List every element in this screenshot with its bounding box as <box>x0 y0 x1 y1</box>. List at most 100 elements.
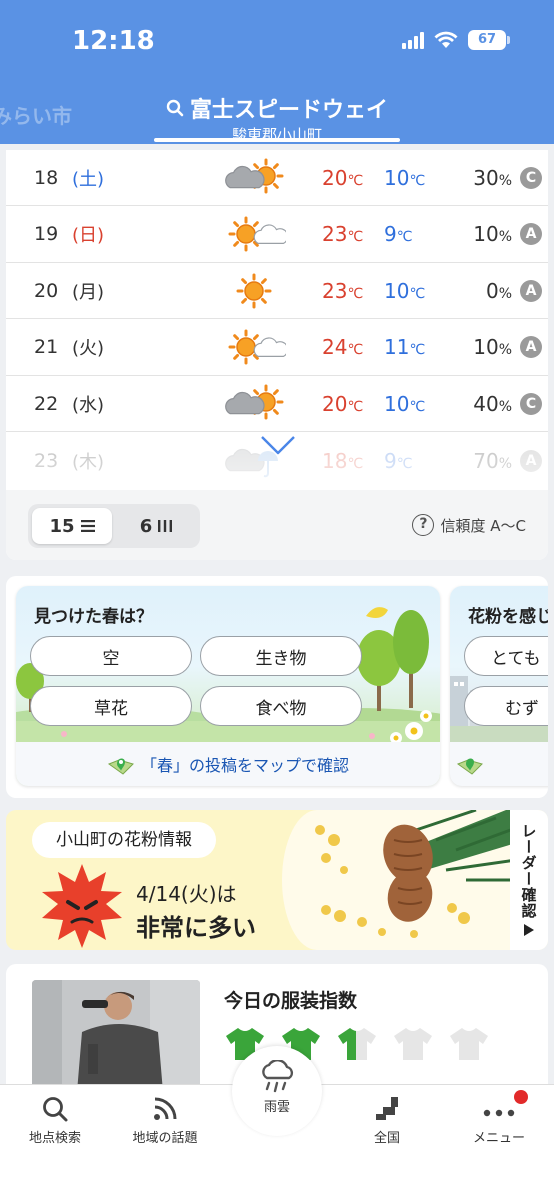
weather-sunny-cloudy-icon <box>228 216 286 252</box>
below-nav-area <box>0 1152 554 1200</box>
nav-nationwide[interactable]: 全国 <box>332 1095 442 1146</box>
expand-chevron-icon[interactable] <box>260 434 296 456</box>
reliability-badge: A <box>520 223 542 245</box>
radar-button[interactable]: レーダー確認 <box>510 810 548 950</box>
forecast-weekday: (土) <box>72 168 105 190</box>
toggle-6-label: 6 <box>139 515 153 537</box>
reliability-badge: C <box>520 166 542 189</box>
forecast-low-temp: 10℃ <box>384 278 426 303</box>
forecast-date: 20 <box>34 279 59 302</box>
reliability-help[interactable]: ? 信頼度 A〜C <box>412 514 526 536</box>
app-header: 12:18 67 みらい市 富士スピードウェイ 駿東郡小山町 <box>0 0 554 144</box>
forecast-precip: 70% <box>473 448 512 473</box>
more-dots-icon <box>483 1109 515 1117</box>
forecast-low-temp: 9℃ <box>384 222 413 246</box>
location-name: 富士スピードウェイ <box>189 98 388 123</box>
forecast-precip: 10% <box>473 335 512 359</box>
days-toggle: 15 6 <box>28 504 200 548</box>
forecast-weekday: (月) <box>72 281 105 303</box>
pollen-option-very[interactable]: とても <box>464 636 548 676</box>
forecast-date: 22 <box>34 392 59 415</box>
pollen-info-banner[interactable]: 小山町の花粉情報 4/14(火)は 非常に多い レーダー確認 <box>6 810 548 950</box>
forecast-precip: 30% <box>473 165 512 190</box>
forecast-low-temp: 9℃ <box>384 448 413 473</box>
spring-option-creatures[interactable]: 生き物 <box>200 636 362 676</box>
forecast-high-temp: 23℃ <box>322 278 364 303</box>
play-arrow-icon <box>524 924 534 936</box>
reliability-badge: C <box>520 392 542 415</box>
pollen-card-title: 花粉を感じ <box>468 607 548 627</box>
shirt-icon <box>338 1028 376 1060</box>
forecast-precip: 10% <box>473 222 512 246</box>
forecast-high-temp: 18℃ <box>322 448 364 473</box>
forecast-date: 21 <box>34 336 59 358</box>
toggle-15-label: 15 <box>49 515 75 537</box>
clothing-title: 今日の服装指数 <box>224 990 358 1012</box>
forecast-high-temp: 20℃ <box>322 391 364 416</box>
active-location-indicator <box>154 138 400 142</box>
reliability-badge: A <box>520 279 542 302</box>
japan-map-icon <box>376 1097 398 1120</box>
nav-topics[interactable]: 地域の話題 <box>110 1095 220 1146</box>
weekly-forecast: 18 (土) 20℃ 10℃ 30% C 19 (日) 23℃ 9℃ 10% A 20 (月) 23℃ 10℃… <box>6 150 548 560</box>
spring-survey-section: 見つけた春は？ 空 生き物 草花 食べ物 「春」の投稿をマップで確認 花粉を感じ… <box>6 576 548 798</box>
nav-topics-label: 地域の話題 <box>132 1131 198 1146</box>
map-pin-icon <box>456 758 483 775</box>
nav-nationwide-label: 全国 <box>373 1131 400 1146</box>
pollen-map-link[interactable] <box>450 742 548 786</box>
rss-icon <box>154 1097 177 1120</box>
pollen-level-icon <box>42 864 122 948</box>
weather-sunny-cloudy-icon <box>228 329 286 365</box>
forecast-precip: 40% <box>473 391 512 416</box>
spring-option-sky[interactable]: 空 <box>30 636 192 676</box>
shirt-icon <box>394 1028 432 1060</box>
pollen-date: 4/14(火)は <box>136 882 237 906</box>
spring-map-link-label: 「春」の投稿をマップで確認 <box>140 756 349 775</box>
nav-menu-label: メニュー <box>472 1131 525 1146</box>
nav-rain-radar[interactable]: 雨雲 <box>232 1046 322 1136</box>
notification-dot <box>514 1090 528 1104</box>
toggle-15-days[interactable]: 15 <box>32 508 112 544</box>
forecast-weekday: (木) <box>72 451 105 473</box>
nav-search[interactable]: 地点検索 <box>0 1095 110 1146</box>
forecast-row[interactable]: 22 (水) 20℃ 10℃ 40% C <box>6 376 548 432</box>
nav-rain-label: 雨雲 <box>263 1100 290 1115</box>
forecast-weekday: (日) <box>72 225 105 246</box>
forecast-row[interactable]: 20 (月) 23℃ 10℃ 0% A <box>6 263 548 319</box>
forecast-low-temp: 11℃ <box>384 335 426 359</box>
forecast-row[interactable]: 21 (火) 24℃ 11℃ 10% A <box>6 320 548 376</box>
weather-cloudy-sunny-icon <box>225 384 284 419</box>
reliability-badge: A <box>520 449 542 472</box>
search-icon <box>43 1097 68 1122</box>
wifi-icon <box>434 31 458 48</box>
toggle-6-days[interactable]: 6 <box>116 508 196 544</box>
forecast-date: 19 <box>34 223 59 245</box>
forecast-low-temp: 10℃ <box>384 165 426 190</box>
spring-option-food[interactable]: 食べ物 <box>200 686 362 726</box>
forecast-controls: 15 6 ? 信頼度 A〜C <box>6 490 548 560</box>
pollen-option-itchy[interactable]: むず <box>464 686 548 726</box>
location-selector[interactable]: 富士スピードウェイ 駿東郡小山町 <box>0 92 554 144</box>
weather-sunny-icon <box>236 273 272 308</box>
weather-cloudy-sunny-icon <box>225 158 284 193</box>
forecast-weekday: (水) <box>72 394 105 416</box>
forecast-high-temp: 20℃ <box>322 165 364 190</box>
forecast-high-temp: 24℃ <box>322 335 364 359</box>
radar-label: レーダー確認 <box>519 823 538 919</box>
forecast-row[interactable]: 19 (日) 23℃ 9℃ 10% A <box>6 207 548 263</box>
nav-menu[interactable]: メニュー <box>444 1095 554 1146</box>
shirt-icon <box>450 1028 488 1060</box>
search-icon <box>166 99 184 117</box>
pollen-survey-card: 花粉を感じ とても むず <box>450 586 548 786</box>
spring-map-link[interactable]: 「春」の投稿をマップで確認 <box>16 742 440 786</box>
rain-cloud-icon <box>262 1060 294 1093</box>
forecast-date: 23 <box>34 449 59 472</box>
forecast-row[interactable]: 18 (土) 20℃ 10℃ 30% C <box>6 150 548 206</box>
spring-option-flowers[interactable]: 草花 <box>30 686 192 726</box>
forecast-date: 18 <box>34 166 59 189</box>
reliability-label: 信頼度 A〜C <box>440 516 526 535</box>
map-pin-icon <box>107 758 134 775</box>
location-title[interactable]: 富士スピードウェイ <box>166 92 388 124</box>
forecast-low-temp: 10℃ <box>384 391 426 416</box>
nav-search-label: 地点検索 <box>28 1131 81 1146</box>
